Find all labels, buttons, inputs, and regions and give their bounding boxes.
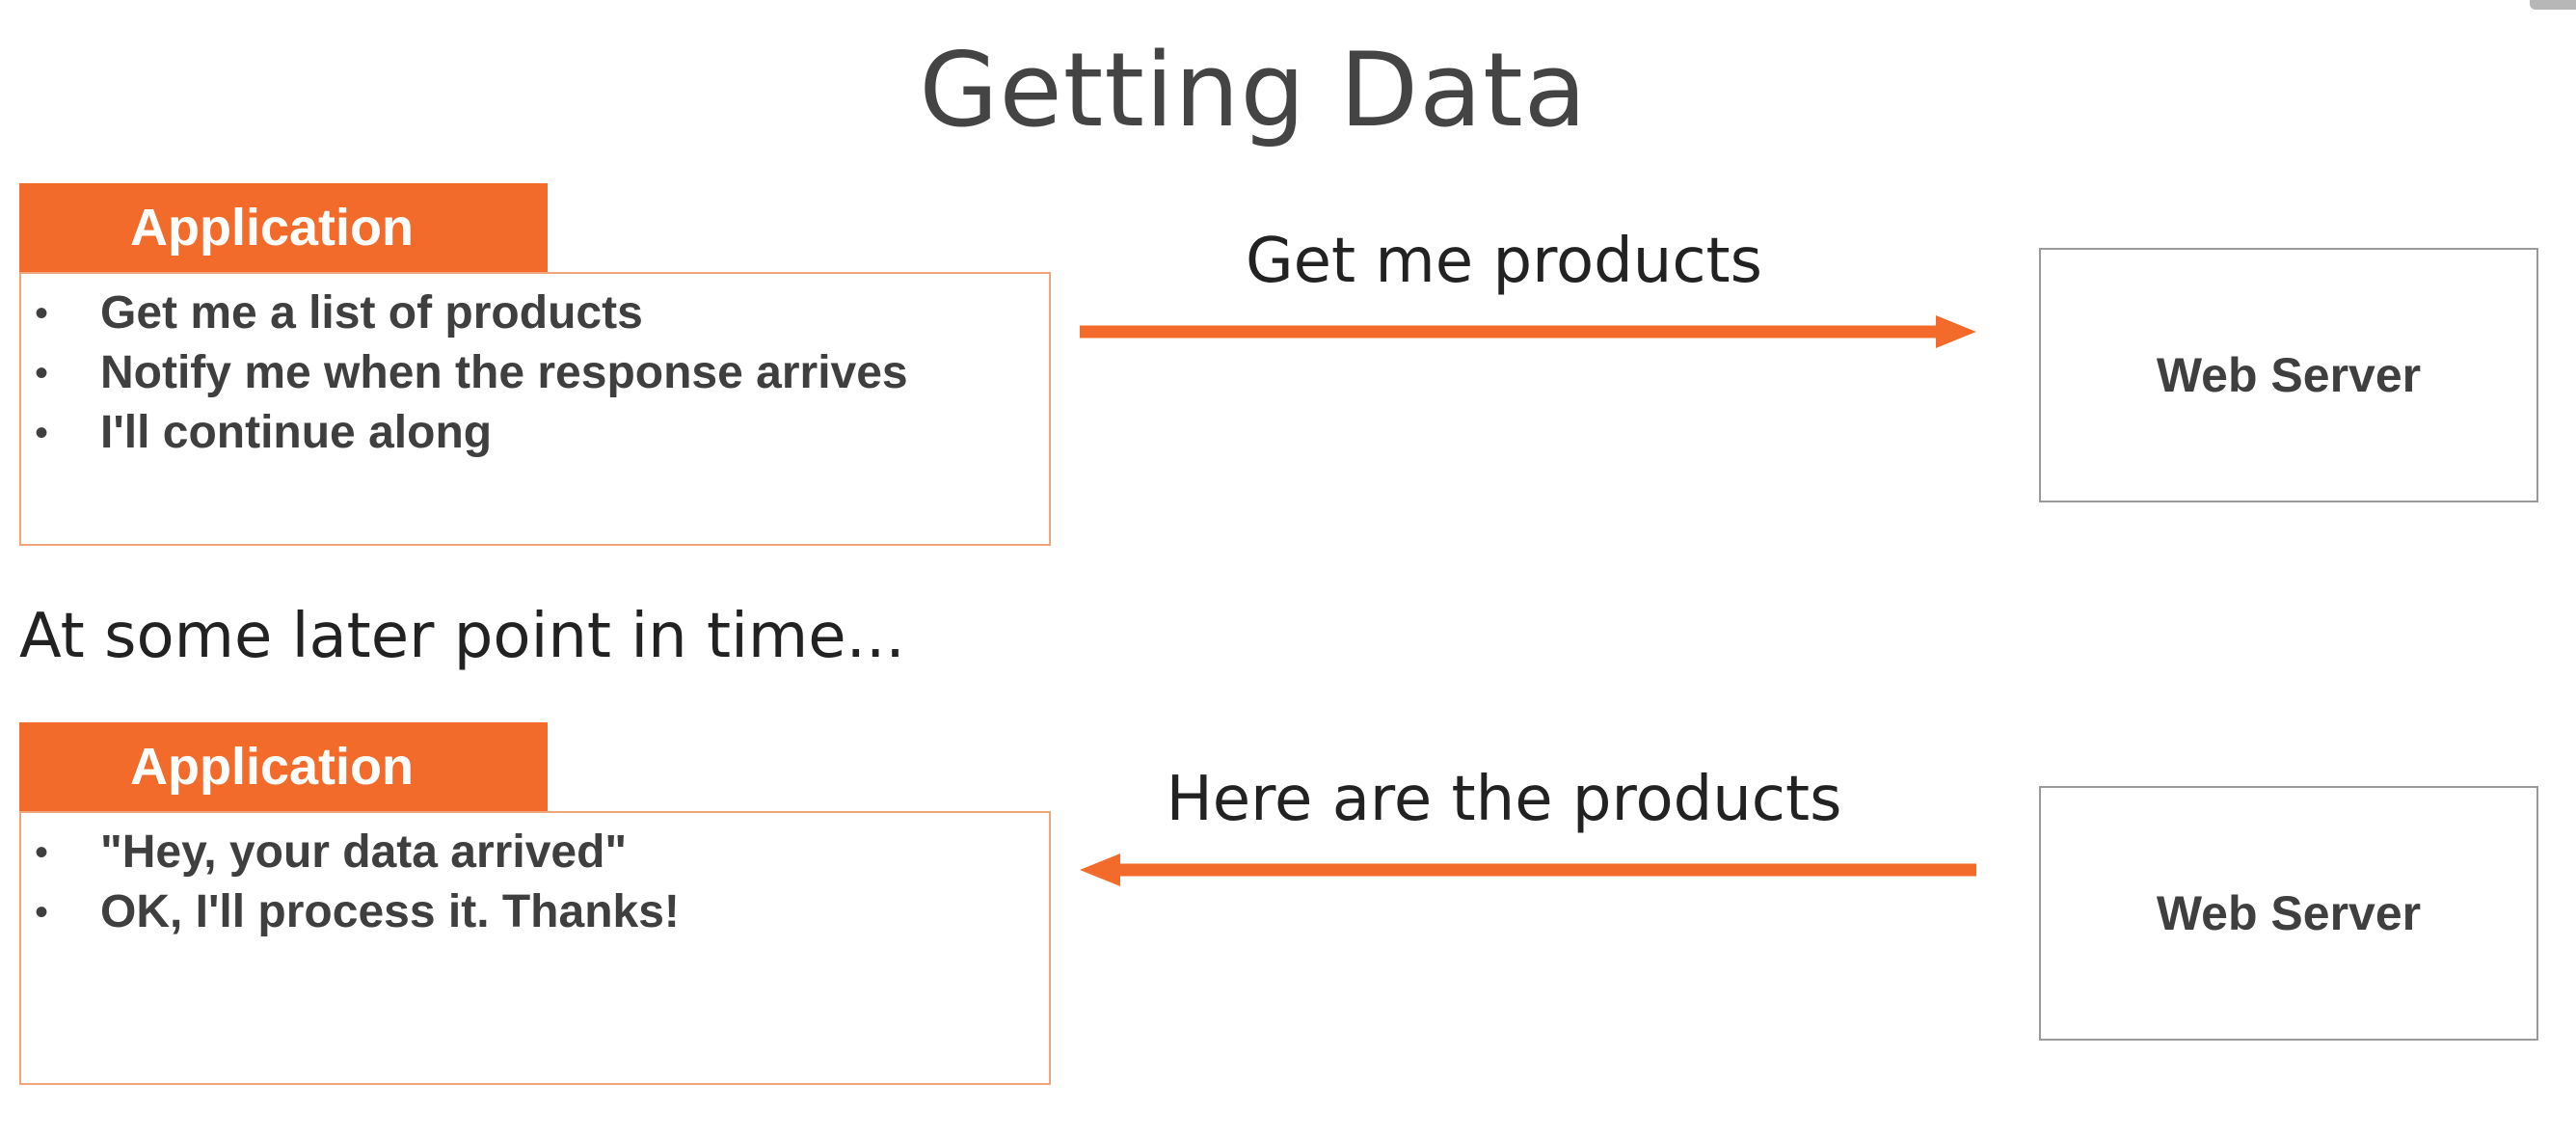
left-arrow-icon [1080, 854, 1976, 886]
application-header-bottom: Application [19, 722, 548, 811]
corner-tab [2530, 0, 2576, 10]
web-server-box-bottom: Web Server [2039, 786, 2538, 1041]
request-arrow-label: Get me products [1246, 226, 1762, 297]
bullet-icon: • [35, 292, 49, 335]
list-item: • Notify me when the response arrives [21, 343, 1049, 403]
list-item: • OK, I'll process it. Thanks! [21, 882, 1049, 942]
bullet-icon: • [35, 831, 49, 874]
web-server-box-top: Web Server [2039, 248, 2538, 502]
bullet-icon: • [35, 352, 49, 394]
application-list-bottom: • "Hey, your data arrived" • OK, I'll proc… [21, 813, 1049, 942]
application-box-bottom: • "Hey, your data arrived" • OK, I'll proc… [19, 811, 1051, 1085]
web-server-label: Web Server [2156, 348, 2422, 402]
later-time-text: At some later point in time... [19, 601, 905, 672]
application-box-top: • Get me a list of products • Notify me wh… [19, 272, 1051, 546]
page-title: Getting Data [919, 31, 1588, 149]
list-item-text: Get me a list of products [100, 287, 643, 339]
list-item: • Get me a list of products [21, 284, 1049, 343]
web-server-label: Web Server [2156, 886, 2422, 940]
list-item-text: "Hey, your data arrived" [100, 826, 628, 878]
right-arrow-icon [1080, 315, 1976, 348]
application-header-top: Application [19, 183, 548, 272]
list-item-text: I'll continue along [100, 407, 493, 458]
application-list-top: • Get me a list of products • Notify me wh… [21, 274, 1049, 463]
bullet-icon: • [35, 412, 49, 454]
response-arrow-label: Here are the products [1166, 764, 1842, 835]
list-item: • I'll continue along [21, 403, 1049, 463]
list-item-text: OK, I'll process it. Thanks! [100, 886, 680, 937]
list-item-text: Notify me when the response arrives [100, 347, 908, 398]
bullet-icon: • [35, 891, 49, 934]
list-item: • "Hey, your data arrived" [21, 823, 1049, 882]
